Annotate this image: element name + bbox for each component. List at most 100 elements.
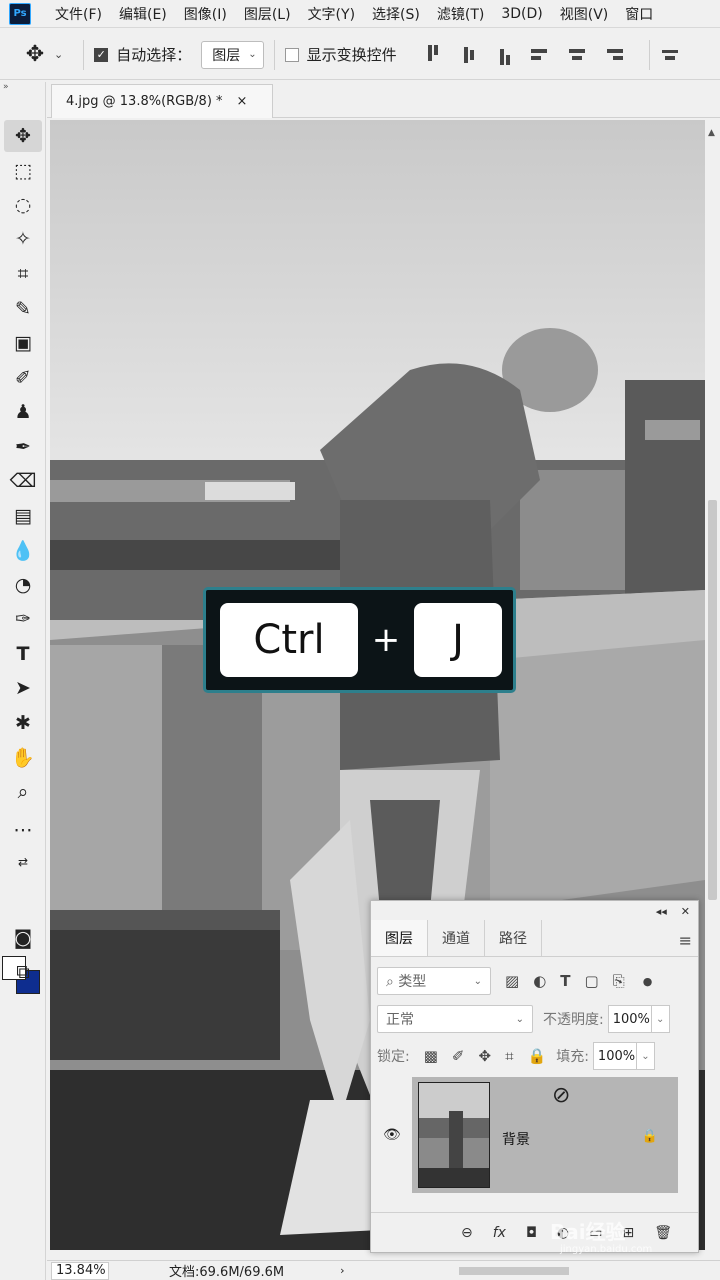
zoom-level-input[interactable]: 13.84% (51, 1261, 109, 1280)
opacity-input[interactable]: 100% (607, 1005, 652, 1033)
menu-select[interactable]: 选择(S) (372, 4, 420, 24)
delete-layer-icon[interactable]: 🗑 (654, 1225, 672, 1241)
eraser-tool-icon[interactable]: ⌫ (4, 465, 42, 497)
screen-mode-icon[interactable]: ⧉ (4, 956, 42, 988)
fill-label: 填充: (556, 1049, 589, 1065)
menu-window[interactable]: 窗口 (625, 4, 653, 24)
menu-3d[interactable]: 3D(D) (501, 6, 542, 22)
quick-mask-icon[interactable]: ◙ (4, 922, 42, 954)
swap-colors-icon[interactable]: ⇄ (4, 846, 42, 878)
tab-layers[interactable]: 图层 (371, 920, 428, 956)
tool-preset-dropdown-icon[interactable]: ⌄ (54, 48, 63, 61)
panel-collapse-icon[interactable]: » (0, 82, 45, 100)
fill-dropdown-icon[interactable]: ⌄ (636, 1042, 655, 1070)
fx-icon[interactable]: fx (493, 1225, 506, 1241)
lock-row: 锁定: ▩ ✐ ✥ ⌗ 🔒 填充: 100% ⌄ (371, 1042, 698, 1070)
panel-menu-icon[interactable]: ≡ (679, 931, 692, 950)
distribute-top-icon[interactable] (660, 45, 680, 65)
brush-tool-icon[interactable]: ✐ (4, 362, 42, 394)
filter-type-icon[interactable]: T (560, 972, 570, 990)
auto-select-dropdown[interactable]: 图层 ⌄ (201, 40, 264, 69)
path-select-tool-icon[interactable]: ➤ (4, 672, 42, 704)
menu-image[interactable]: 图像(I) (184, 4, 227, 24)
plus-sign: + (371, 620, 401, 660)
scrollbar-thumb[interactable] (458, 1266, 569, 1275)
blend-mode-value: 正常 (386, 1012, 414, 1028)
lock-position-icon[interactable]: ✥ (478, 1047, 491, 1065)
tab-paths[interactable]: 路径 (485, 920, 542, 956)
lock-image-icon[interactable]: ✐ (452, 1047, 465, 1065)
layer-row[interactable]: 👁 ⊘ 背景 🔒 (371, 1077, 698, 1195)
patch-tool-icon[interactable]: ▣ (4, 327, 42, 359)
menu-view[interactable]: 视图(V) (560, 4, 609, 24)
opacity-dropdown-icon[interactable]: ⌄ (651, 1005, 670, 1033)
divider (273, 39, 275, 70)
document-tab-bar: 4.jpg @ 13.8%(RGB/8) * × (47, 82, 720, 118)
ctrl-key: Ctrl (220, 603, 358, 677)
lock-artboard-icon[interactable]: ⌗ (505, 1047, 513, 1065)
filter-kind-dropdown[interactable]: ⌕ 类型 ⌄ (377, 967, 491, 995)
fill-input[interactable]: 100% (592, 1042, 637, 1070)
crop-tool-icon[interactable]: ⌗ (4, 258, 42, 290)
close-icon[interactable]: × (237, 94, 248, 109)
scrollbar-thumb[interactable] (708, 500, 717, 900)
panel-tabs: 图层 通道 路径 ≡ (371, 920, 698, 957)
align-bottom-icon[interactable] (495, 45, 515, 65)
search-icon: ⌕ (386, 974, 394, 990)
history-brush-tool-icon[interactable]: ✒ (4, 431, 42, 463)
align-right-icon[interactable] (603, 45, 623, 65)
eyedropper-tool-icon[interactable]: ✎ (4, 293, 42, 325)
stamp-tool-icon[interactable]: ♟ (4, 396, 42, 428)
align-vcenter-icon[interactable] (459, 45, 479, 65)
collapse-panel-icon[interactable]: ◂◂ (656, 905, 667, 918)
marquee-tool-icon[interactable]: ⬚ (4, 155, 42, 187)
blend-mode-dropdown[interactable]: 正常 ⌄ (377, 1005, 533, 1033)
filter-adjustment-icon[interactable]: ◐ (533, 972, 546, 990)
filter-kind-value: 类型 (398, 974, 427, 990)
vertical-scrollbar[interactable]: ▲ (705, 120, 720, 1250)
document-tab[interactable]: 4.jpg @ 13.8%(RGB/8) * × (51, 84, 273, 118)
status-menu-icon[interactable]: › (340, 1264, 344, 1277)
custom-shape-tool-icon[interactable]: ✱ (4, 707, 42, 739)
gradient-tool-icon[interactable]: ▤ (4, 500, 42, 532)
auto-select-checkbox[interactable]: ✓ (94, 47, 109, 62)
type-tool-icon[interactable]: T (4, 638, 42, 670)
link-layers-icon[interactable]: ⊖ (461, 1225, 473, 1241)
close-icon[interactable]: ✕ (681, 905, 690, 918)
align-hcenter-icon[interactable] (567, 45, 587, 65)
move-tool-icon[interactable]: ✥ (22, 42, 48, 68)
filter-toggle-icon[interactable]: ● (643, 975, 653, 988)
lock-icon[interactable]: 🔒 (642, 1129, 658, 1144)
menu-layer[interactable]: 图层(L) (244, 4, 291, 24)
align-top-icon[interactable] (423, 44, 443, 65)
menu-filter[interactable]: 滤镜(T) (437, 4, 484, 24)
tools-panel: » ✥ ⬚ ◌ ✧ ⌗ ✎ ▣ ✐ ♟ ✒ ⌫ ▤ 💧 ◔ ✑ T ➤ ✱ ✋ … (0, 82, 46, 1280)
pen-tool-icon[interactable]: ✑ (4, 603, 42, 635)
filter-smart-object-icon[interactable]: ⎘ (613, 972, 625, 990)
move-tool-icon[interactable]: ✥ (4, 120, 42, 152)
show-transform-checkbox[interactable] (284, 47, 299, 62)
filter-shape-icon[interactable]: ▢ (585, 972, 599, 990)
zoom-tool-icon[interactable]: ⌕ (4, 776, 42, 808)
tab-channels[interactable]: 通道 (428, 920, 485, 956)
lasso-tool-icon[interactable]: ◌ (4, 189, 42, 221)
menu-type[interactable]: 文字(Y) (308, 4, 355, 24)
hand-tool-icon[interactable]: ✋ (4, 741, 42, 773)
photoshop-logo: Ps (9, 2, 31, 25)
shortcut-overlay: Ctrl + J (203, 587, 516, 693)
horizontal-scrollbar[interactable] (359, 1264, 679, 1278)
menu-edit[interactable]: 编辑(E) (119, 4, 167, 24)
lock-transparent-icon[interactable]: ▩ (424, 1047, 438, 1065)
menu-file[interactable]: 文件(F) (55, 4, 102, 24)
more-tools-icon[interactable]: ⋯ (4, 814, 42, 846)
scroll-up-icon[interactable]: ▲ (708, 128, 715, 138)
add-mask-icon[interactable]: ◘ (526, 1225, 537, 1241)
dodge-tool-icon[interactable]: ◔ (4, 569, 42, 601)
lock-all-icon[interactable]: 🔒 (528, 1047, 547, 1065)
blur-tool-icon[interactable]: 💧 (4, 534, 42, 566)
magic-wand-tool-icon[interactable]: ✧ (4, 223, 42, 255)
eye-icon[interactable]: 👁 (383, 1127, 401, 1143)
layer-background[interactable]: ⊘ 背景 🔒 (412, 1077, 678, 1193)
align-left-icon[interactable] (530, 45, 551, 65)
filter-pixel-icon[interactable]: ▨ (505, 972, 519, 990)
